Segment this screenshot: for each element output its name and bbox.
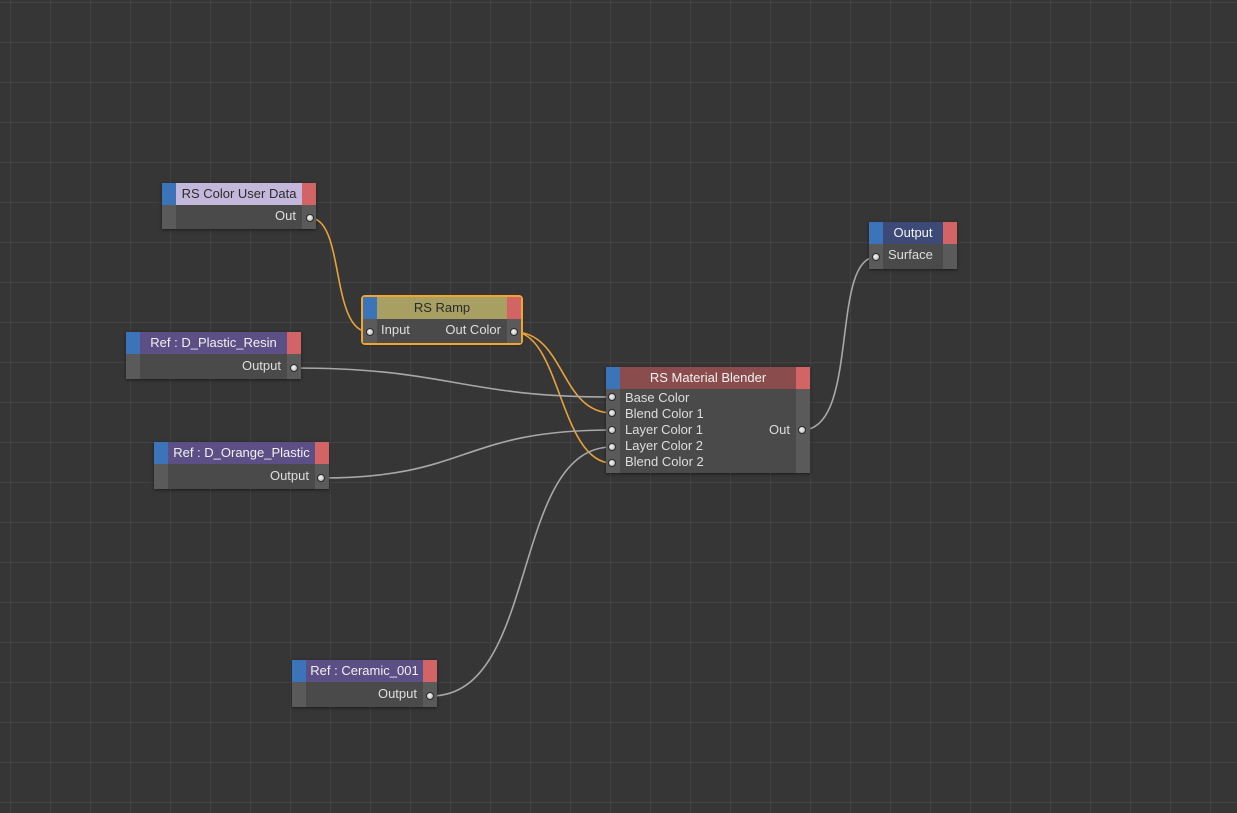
out-port[interactable]: [306, 214, 314, 222]
node-header[interactable]: RS Material Blender: [606, 367, 810, 389]
output-port[interactable]: [290, 364, 298, 372]
node-header[interactable]: Ref : D_Orange_Plastic: [154, 442, 329, 464]
port-label-layer-color-1: Layer Color 1: [625, 422, 704, 437]
port-label-output: Output: [241, 358, 281, 373]
wire-blender-to-output-surface[interactable]: [801, 256, 877, 431]
node-title: RS Ramp: [377, 297, 507, 319]
node-header[interactable]: Ref : Ceramic_001: [292, 660, 437, 682]
output-strip[interactable]: [423, 660, 437, 682]
node-title: Ref : D_Orange_Plastic: [168, 442, 315, 464]
input-strip[interactable]: [154, 442, 168, 464]
layer-color-1-port[interactable]: [608, 426, 616, 434]
port-label-out: Out: [275, 208, 296, 223]
node-rs-material-blender[interactable]: RS Material Blender Base Color Blend Col…: [606, 367, 810, 473]
port-label-layer-color-2: Layer Color 2: [625, 438, 704, 453]
node-rs-color-user-data[interactable]: RS Color User Data Out: [162, 183, 316, 229]
input-strip[interactable]: [292, 660, 306, 682]
node-ref-d-orange-plastic[interactable]: Ref : D_Orange_Plastic Output: [154, 442, 329, 489]
node-title: Output: [883, 222, 943, 244]
port-label-blend-color-2: Blend Color 2: [625, 454, 704, 469]
wire-ramp-to-blend-color-1[interactable]: [513, 331, 613, 414]
port-label-blend-color-1: Blend Color 1: [625, 406, 704, 421]
node-ref-ceramic-001[interactable]: Ref : Ceramic_001 Output: [292, 660, 437, 707]
port-label-input: Input: [381, 322, 410, 337]
input-strip[interactable]: [869, 222, 883, 244]
input-port[interactable]: [366, 328, 374, 336]
node-header[interactable]: RS Color User Data: [162, 183, 316, 205]
wire-resin-to-base-color[interactable]: [293, 367, 613, 398]
node-output[interactable]: Output Surface: [869, 222, 957, 269]
port-label-out-color: Out Color: [445, 322, 501, 337]
node-header[interactable]: Ref : D_Plastic_Resin: [126, 332, 301, 354]
node-header[interactable]: RS Ramp: [363, 297, 521, 319]
input-strip[interactable]: [363, 297, 377, 319]
node-title: RS Color User Data: [176, 183, 302, 205]
node-ref-d-plastic-resin[interactable]: Ref : D_Plastic_Resin Output: [126, 332, 301, 379]
blend-color-1-port[interactable]: [608, 409, 616, 417]
layer-color-2-port[interactable]: [608, 443, 616, 451]
port-label-output: Output: [377, 686, 417, 701]
port-label-out: Out: [769, 422, 790, 437]
input-strip[interactable]: [126, 332, 140, 354]
output-strip[interactable]: [302, 183, 316, 205]
out-port[interactable]: [798, 426, 806, 434]
output-port[interactable]: [317, 474, 325, 482]
node-rs-ramp[interactable]: RS Ramp Input Out Color: [361, 295, 523, 345]
output-strip[interactable]: [796, 367, 810, 389]
output-strip[interactable]: [315, 442, 329, 464]
port-label-surface: Surface: [888, 247, 933, 262]
output-port[interactable]: [426, 692, 434, 700]
port-label-output: Output: [269, 468, 309, 483]
wire-ramp-to-blend-color-2[interactable]: [513, 331, 613, 464]
input-strip[interactable]: [162, 183, 176, 205]
wire-orange-to-layer-color-1[interactable]: [320, 429, 613, 479]
wire-ceramic-to-layer-color-2[interactable]: [430, 446, 613, 697]
output-strip[interactable]: [287, 332, 301, 354]
node-title: Ref : Ceramic_001: [306, 660, 423, 682]
node-header[interactable]: Output: [869, 222, 957, 244]
out-color-port[interactable]: [510, 328, 518, 336]
wire-userdata-to-ramp[interactable]: [309, 217, 370, 333]
node-title: Ref : D_Plastic_Resin: [140, 332, 287, 354]
base-color-port[interactable]: [608, 393, 616, 401]
output-strip[interactable]: [943, 222, 957, 244]
port-label-base-color: Base Color: [625, 390, 690, 405]
input-strip[interactable]: [606, 367, 620, 389]
output-strip[interactable]: [507, 297, 521, 319]
blend-color-2-port[interactable]: [608, 459, 616, 467]
node-editor-canvas[interactable]: RS Color User Data Out RS Ramp Input Out…: [0, 0, 1237, 813]
node-title: RS Material Blender: [620, 367, 796, 389]
surface-port[interactable]: [872, 253, 880, 261]
